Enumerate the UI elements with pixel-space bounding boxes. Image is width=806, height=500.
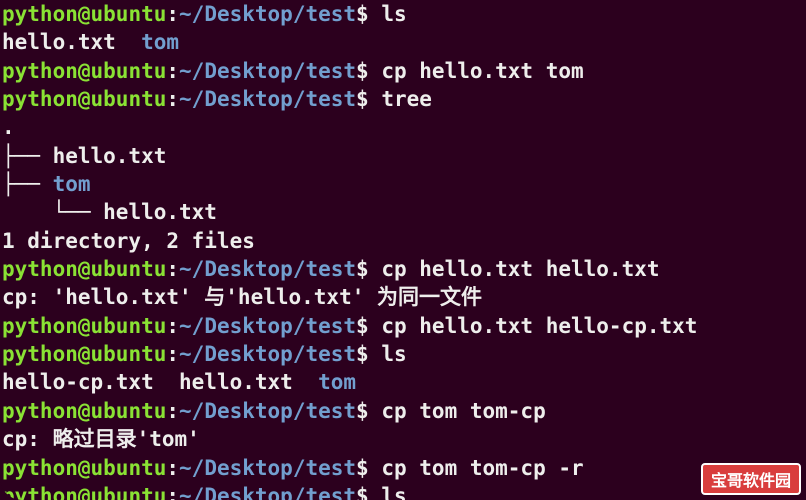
- prompt-path: ~/Desktop/test: [179, 257, 356, 281]
- prompt-user: python@ubuntu: [2, 2, 166, 26]
- terminal-line: └── hello.txt: [2, 198, 804, 226]
- command-text: ls: [381, 484, 406, 500]
- prompt-user: python@ubuntu: [2, 399, 166, 423]
- terminal-line: cp: 略过目录'tom': [2, 425, 804, 453]
- tree-dir: tom: [53, 172, 91, 196]
- terminal-line: python@ubuntu:~/Desktop/test$ cp hello.t…: [2, 312, 804, 340]
- terminal-line: ├── tom: [2, 170, 804, 198]
- tree-branch-icon: └──: [2, 200, 103, 224]
- tree-branch-icon: ├──: [2, 144, 53, 168]
- terminal-line: python@ubuntu:~/Desktop/test$ ls: [2, 340, 804, 368]
- command-text: cp tom tom-cp: [381, 399, 545, 423]
- command-text: ls: [381, 2, 406, 26]
- terminal-line: python@ubuntu:~/Desktop/test$ cp hello.t…: [2, 255, 804, 283]
- watermark-badge: 宝哥软件园: [701, 463, 801, 495]
- ls-file: hello.txt: [2, 30, 116, 54]
- prompt-user: python@ubuntu: [2, 59, 166, 83]
- prompt-path: ~/Desktop/test: [179, 342, 356, 366]
- prompt-path: ~/Desktop/test: [179, 399, 356, 423]
- ls-dir: tom: [141, 30, 179, 54]
- error-text: cp: 'hello.txt' 与'hello.txt' 为同一文件: [2, 285, 482, 309]
- terminal-line: python@ubuntu:~/Desktop/test$ cp tom tom…: [2, 454, 804, 482]
- prompt-path: ~/Desktop/test: [179, 2, 356, 26]
- command-text: cp hello.txt hello-cp.txt: [381, 314, 697, 338]
- ls-dir: tom: [318, 370, 356, 394]
- prompt-user: python@ubuntu: [2, 342, 166, 366]
- terminal-line: python@ubuntu:~/Desktop/test$ cp hello.t…: [2, 57, 804, 85]
- command-text: ls: [381, 342, 406, 366]
- terminal-window[interactable]: python@ubuntu:~/Desktop/test$ ls hello.t…: [0, 0, 806, 500]
- tree-summary: 1 directory, 2 files: [2, 229, 255, 253]
- terminal-line: 1 directory, 2 files: [2, 227, 804, 255]
- prompt-path: ~/Desktop/test: [179, 314, 356, 338]
- terminal-line: python@ubuntu:~/Desktop/test$ tree: [2, 85, 804, 113]
- terminal-line: .: [2, 113, 804, 141]
- prompt-path: ~/Desktop/test: [179, 87, 356, 111]
- prompt-user: python@ubuntu: [2, 257, 166, 281]
- command-text: cp hello.txt tom: [381, 59, 583, 83]
- command-text: cp hello.txt hello.txt: [381, 257, 659, 281]
- terminal-line: cp: 'hello.txt' 与'hello.txt' 为同一文件: [2, 283, 804, 311]
- command-text: cp tom tom-cp -r: [381, 456, 583, 480]
- prompt-user: python@ubuntu: [2, 87, 166, 111]
- tree-root: .: [2, 115, 15, 139]
- prompt-user: python@ubuntu: [2, 456, 166, 480]
- command-text: tree: [381, 87, 432, 111]
- prompt-user: python@ubuntu: [2, 314, 166, 338]
- terminal-line: hello.txt tom: [2, 28, 804, 56]
- prompt-user: python@ubuntu: [2, 484, 166, 500]
- terminal-line: ├── hello.txt: [2, 142, 804, 170]
- terminal-line: python@ubuntu:~/Desktop/test$ ls: [2, 0, 804, 28]
- error-text: cp: 略过目录'tom': [2, 427, 200, 451]
- tree-file: hello.txt: [103, 200, 217, 224]
- terminal-line: python@ubuntu:~/Desktop/test$ cp tom tom…: [2, 397, 804, 425]
- terminal-line: hello-cp.txt hello.txt tom: [2, 368, 804, 396]
- ls-file: hello.txt: [179, 370, 293, 394]
- prompt-symbol: $: [356, 2, 369, 26]
- prompt-path: ~/Desktop/test: [179, 59, 356, 83]
- ls-file: hello-cp.txt: [2, 370, 154, 394]
- terminal-line: python@ubuntu:~/Desktop/test$ ls: [2, 482, 804, 500]
- tree-file: hello.txt: [53, 144, 167, 168]
- prompt-path: ~/Desktop/test: [179, 484, 356, 500]
- prompt-path: ~/Desktop/test: [179, 456, 356, 480]
- tree-branch-icon: ├──: [2, 172, 53, 196]
